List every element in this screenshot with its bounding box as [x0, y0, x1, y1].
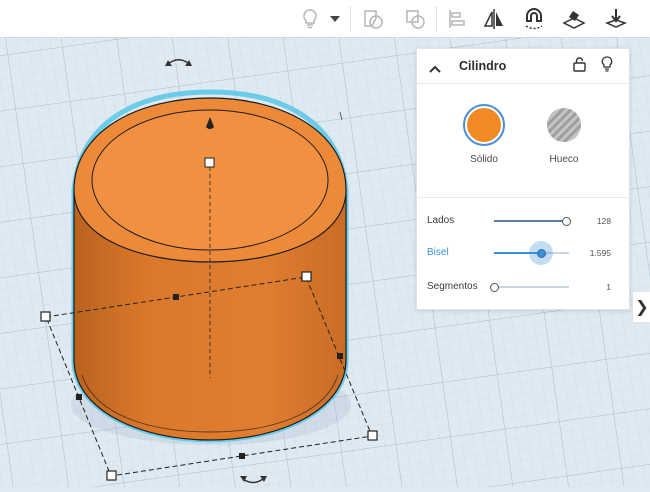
collapse-chevron-icon[interactable] [429, 60, 441, 78]
param-slider[interactable] [494, 220, 569, 222]
group-icon[interactable] [357, 3, 389, 35]
shape-inspector-panel: Cilindro Sólido Hueco Lados 128 Bisel 1.595… [416, 48, 630, 310]
mirror-icon[interactable] [478, 3, 510, 35]
param-value[interactable]: 128 [597, 216, 611, 226]
light-bulb-icon[interactable] [294, 3, 326, 35]
solid-label: Sólido [470, 154, 498, 165]
ungroup-icon[interactable] [399, 3, 431, 35]
panel-header: Cilindro [417, 49, 629, 84]
param-label: Bisel [427, 247, 449, 258]
dropdown-caret-icon[interactable] [326, 3, 344, 35]
mid-handle-back-left[interactable] [173, 294, 179, 300]
top-center-handle[interactable] [204, 157, 215, 168]
corner-handle-back[interactable] [301, 271, 312, 282]
light-bulb-icon[interactable] [601, 56, 613, 78]
panel-title: Cilindro [459, 59, 507, 73]
param-value[interactable]: 1.595 [590, 248, 611, 258]
lock-icon[interactable] [573, 57, 586, 77]
align-icon[interactable] [441, 3, 473, 35]
slider-knob[interactable] [536, 248, 546, 258]
mid-handle-front[interactable] [239, 453, 245, 459]
panel-toggle-button[interactable]: ❯ [632, 292, 650, 322]
hole-option[interactable] [544, 105, 584, 145]
hole-swatch [547, 108, 581, 142]
param-label: Lados [427, 215, 455, 226]
param-value[interactable]: 1 [606, 282, 611, 292]
workplane-icon[interactable] [558, 3, 590, 35]
param-row-bisel: Bisel 1.595 [417, 241, 629, 265]
param-label: Segmentos [427, 281, 478, 292]
mid-handle-left[interactable] [76, 394, 82, 400]
cylinder-top-face[interactable] [91, 109, 329, 251]
param-row-lados: Lados 128 [417, 215, 629, 227]
mid-handle-right[interactable] [337, 353, 343, 359]
solid-option[interactable] [463, 104, 505, 146]
corner-handle-front[interactable] [106, 470, 117, 481]
corner-handle-left[interactable] [40, 311, 51, 322]
slider-knob[interactable] [561, 216, 571, 226]
solid-swatch [467, 108, 501, 142]
cruise-magnet-icon[interactable] [518, 3, 550, 35]
slider-knob[interactable] [489, 282, 499, 292]
hole-label: Hueco [549, 154, 579, 165]
corner-handle-right[interactable] [367, 430, 378, 441]
param-row-segmentos: Segmentos 1 [417, 281, 629, 293]
param-slider[interactable] [494, 286, 569, 288]
toolbar [0, 0, 650, 38]
drop-to-plane-icon[interactable] [600, 3, 632, 35]
